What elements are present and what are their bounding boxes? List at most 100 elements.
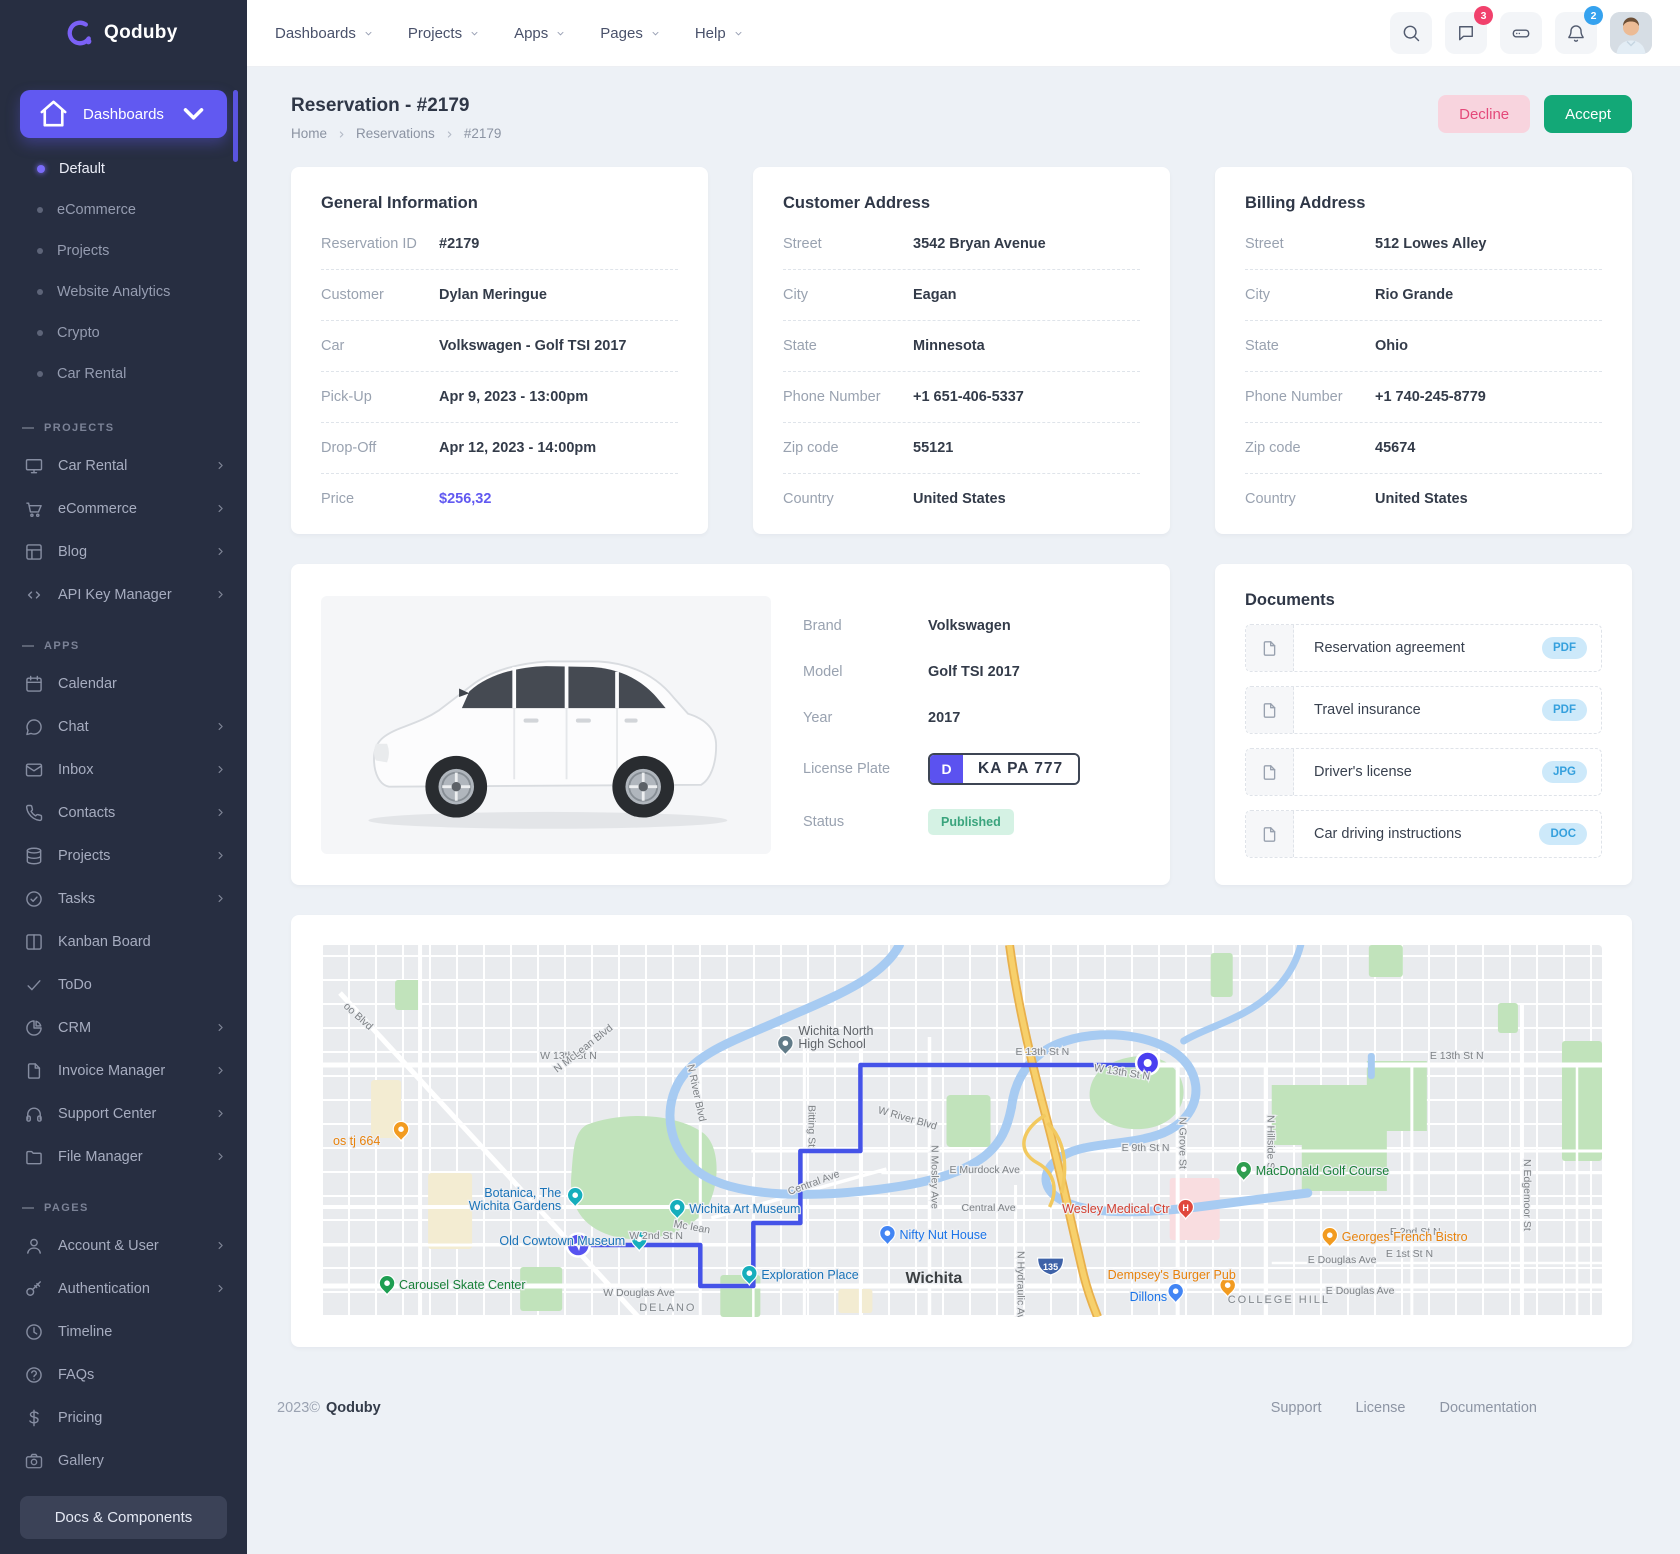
sidebar-subitem-crypto[interactable]: Crypto — [0, 312, 247, 353]
footer-link-license[interactable]: License — [1355, 1400, 1405, 1416]
sidebar-subitem-default[interactable]: Default — [0, 148, 247, 189]
row-label: City — [1245, 287, 1375, 303]
map-label: Nifty Nut House — [899, 1228, 987, 1242]
topnav-label: Dashboards — [275, 25, 356, 42]
map-pin-golf-icon — [1236, 1161, 1252, 1181]
breadcrumb-item-2179[interactable]: #2179 — [464, 126, 502, 141]
sidebar-item-crm[interactable]: CRM — [0, 1006, 247, 1049]
row-value: 2017 — [928, 710, 960, 726]
chat-button[interactable]: 3 — [1445, 12, 1487, 54]
map[interactable]: H135 W 13th St NW 13th St NE 13th St NE … — [321, 945, 1602, 1317]
map-label: N Hydraulic Ave — [1015, 1251, 1027, 1317]
chevR-icon — [214, 892, 227, 905]
info-row-country: CountryUnited States — [783, 474, 1140, 524]
sidebar-item-label: Car Rental — [57, 366, 126, 382]
sidebar-item-projects[interactable]: Projects — [0, 834, 247, 877]
decline-button[interactable]: Decline — [1438, 95, 1530, 133]
chevR-icon — [214, 849, 227, 862]
sidebar-item-api-key-manager[interactable]: API Key Manager — [0, 573, 247, 616]
sidebar-item-todo[interactable]: ToDo — [0, 963, 247, 1006]
document-travel-insurance[interactable]: Travel insurancePDF — [1245, 686, 1602, 734]
sidebar-scrollbar[interactable] — [233, 90, 238, 162]
sidebar-item-pricing[interactable]: Pricing — [0, 1396, 247, 1439]
interstate-shield-icon: 135 — [1038, 1258, 1064, 1275]
sidebar-item-blog[interactable]: Blog — [0, 530, 247, 573]
bullet-icon — [37, 207, 43, 213]
svg-text:135: 135 — [1043, 1262, 1058, 1272]
kanban-icon — [24, 932, 44, 952]
page-title: Reservation - #2179 — [291, 95, 501, 117]
sidebar-item-file-manager[interactable]: File Manager — [0, 1135, 247, 1178]
blog-icon — [24, 542, 44, 562]
sidebar-item-gallery[interactable]: Gallery — [0, 1439, 247, 1482]
sidebar-item-inbox[interactable]: Inbox — [0, 748, 247, 791]
notifications-button[interactable]: 2 — [1555, 12, 1597, 54]
map-pin-grocery-icon — [1168, 1283, 1184, 1303]
qoduby-logo-icon — [66, 19, 94, 47]
map-label: E Douglas Ave — [1326, 1285, 1395, 1297]
footer-link-support[interactable]: Support — [1271, 1400, 1322, 1416]
file-icon — [1246, 625, 1294, 671]
sidebar-subitem-website-analytics[interactable]: Website Analytics — [0, 271, 247, 312]
footer-link-documentation[interactable]: Documentation — [1439, 1400, 1537, 1416]
accept-button[interactable]: Accept — [1544, 95, 1632, 133]
map-label: W Douglas Ave — [603, 1287, 675, 1299]
topnav-dashboards[interactable]: Dashboards — [275, 25, 374, 42]
bullet-icon — [37, 371, 43, 377]
footer-year: 2023© — [277, 1400, 320, 1416]
chevD-icon — [733, 28, 744, 39]
breadcrumb-item-home[interactable]: Home — [291, 126, 327, 141]
sidebar-subitem-ecommerce[interactable]: eCommerce — [0, 189, 247, 230]
sidebar-item-label: Default — [59, 161, 105, 177]
avatar[interactable] — [1610, 12, 1652, 54]
topnav-projects[interactable]: Projects — [408, 25, 480, 42]
section-title: PROJECTS — [44, 422, 115, 434]
document-car-driving-instructions[interactable]: Car driving instructionsDOC — [1245, 810, 1602, 858]
breadcrumb-item-reservations[interactable]: Reservations — [356, 126, 435, 141]
sidebar-item-tasks[interactable]: Tasks — [0, 877, 247, 920]
sidebar-item-support-center[interactable]: Support Center — [0, 1092, 247, 1135]
archive-button[interactable] — [1500, 12, 1542, 54]
sidebar-item-authentication[interactable]: Authentication — [0, 1267, 247, 1310]
sidebar-item-faqs[interactable]: FAQs — [0, 1353, 247, 1396]
map-label: Bitting St — [805, 1105, 817, 1147]
row-value: Apr 12, 2023 - 14:00pm — [439, 440, 596, 456]
sidebar-item-car-rental[interactable]: Car Rental — [0, 444, 247, 487]
sidebar-item-ecommerce[interactable]: eCommerce — [0, 487, 247, 530]
topnav-apps[interactable]: Apps — [514, 25, 566, 42]
car-row-status: StatusPublished — [803, 809, 1140, 835]
docs-components-button[interactable]: Docs & Components — [20, 1496, 227, 1539]
logo[interactable]: Qoduby — [0, 0, 247, 66]
document-driver-s-license[interactable]: Driver's licenseJPG — [1245, 748, 1602, 796]
map-label: N Grove St — [1177, 1117, 1189, 1169]
search-button[interactable] — [1390, 12, 1432, 54]
document-type-badge: DOC — [1539, 823, 1587, 845]
document-type-badge: JPG — [1542, 761, 1587, 783]
database-icon — [24, 846, 44, 866]
sidebar-item-kanban-board[interactable]: Kanban Board — [0, 920, 247, 963]
sidebar-item-chat[interactable]: Chat — [0, 705, 247, 748]
topnav-help[interactable]: Help — [695, 25, 744, 42]
row-label: Phone Number — [783, 389, 913, 405]
home-icon — [36, 96, 71, 131]
topnav-pages[interactable]: Pages — [600, 25, 661, 42]
sidebar-item-contacts[interactable]: Contacts — [0, 791, 247, 834]
sidebar-item-calendar[interactable]: Calendar — [0, 662, 247, 705]
row-value: #2179 — [439, 236, 479, 252]
sidebar-subitem-car-rental[interactable]: Car Rental — [0, 353, 247, 394]
row-value: Rio Grande — [1375, 287, 1453, 303]
document-reservation-agreement[interactable]: Reservation agreementPDF — [1245, 624, 1602, 672]
sidebar-item-timeline[interactable]: Timeline — [0, 1310, 247, 1353]
sidebar-item-invoice-manager[interactable]: Invoice Manager — [0, 1049, 247, 1092]
row-value: Eagan — [913, 287, 957, 303]
svg-text:H: H — [1182, 1203, 1189, 1213]
info-row-zip-code: Zip code55121 — [783, 423, 1140, 474]
info-cards-row: General Information Reservation ID#2179C… — [291, 167, 1632, 534]
sidebar-subitem-projects[interactable]: Projects — [0, 230, 247, 271]
sidebar-item-account-user[interactable]: Account & User — [0, 1224, 247, 1267]
row-label: Brand — [803, 618, 928, 634]
map-label: Georges French Bistro — [1342, 1230, 1468, 1244]
row-label: Street — [1245, 236, 1375, 252]
sidebar-item-dashboards[interactable]: Dashboards — [20, 90, 227, 138]
section-title: APPS — [44, 640, 80, 652]
